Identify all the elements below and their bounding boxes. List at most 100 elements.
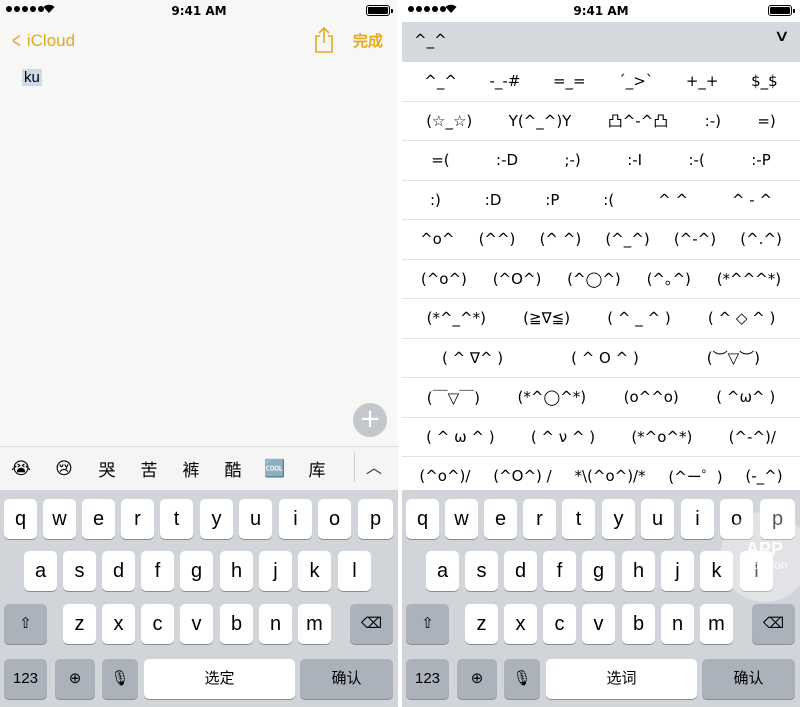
kaomoji-item[interactable]: (^O^) / <box>493 467 551 485</box>
add-button[interactable]: + <box>353 403 387 437</box>
candidate-item[interactable]: 库 <box>296 456 338 481</box>
key[interactable]: z <box>63 604 96 644</box>
kaomoji-item[interactable]: =( <box>431 151 449 169</box>
confirm-key[interactable]: 确认 <box>300 659 393 699</box>
key[interactable]: k <box>298 551 331 591</box>
kaomoji-item[interactable]: (^-^) <box>674 230 716 248</box>
kaomoji-item[interactable]: :) <box>430 191 441 209</box>
done-button[interactable]: 完成 <box>353 30 383 51</box>
key[interactable]: j <box>661 551 694 591</box>
delete-key[interactable]: ⌫ <box>350 604 393 644</box>
kaomoji-item[interactable]: (o^^o) <box>624 388 679 406</box>
key[interactable]: q <box>406 499 439 539</box>
kaomoji-item[interactable]: Y(^_^)Y <box>509 112 572 130</box>
key[interactable]: j <box>259 551 292 591</box>
key[interactable]: n <box>661 604 694 644</box>
globe-key[interactable]: ⊕ <box>55 659 95 699</box>
candidate-item[interactable]: 苦 <box>128 456 170 481</box>
kaomoji-item[interactable]: (^_^) <box>605 230 649 248</box>
key[interactable]: t <box>160 499 193 539</box>
kaomoji-item[interactable]: ^o^ <box>420 230 454 248</box>
candidate-tear-face-icon[interactable]: 😢 <box>42 459 86 479</box>
kaomoji-item[interactable]: ´_>` <box>618 72 653 90</box>
kaomoji-item[interactable]: ^ - ^ <box>732 191 772 209</box>
key[interactable]: u <box>641 499 674 539</box>
key[interactable]: g <box>180 551 213 591</box>
kaomoji-item[interactable]: (^O^) <box>493 270 542 288</box>
kaomoji-item[interactable]: (^^) <box>479 230 516 248</box>
key[interactable]: y <box>200 499 233 539</box>
kaomoji-item[interactable]: :P <box>545 191 559 209</box>
key[interactable]: m <box>700 604 733 644</box>
space-key[interactable]: 选定 <box>144 659 295 699</box>
chevron-up-icon[interactable]: ︿ <box>366 454 382 478</box>
kaomoji-item[interactable]: (≧∇≦) <box>523 309 570 327</box>
key[interactable]: r <box>523 499 556 539</box>
shift-key[interactable]: ⇧ <box>406 604 449 644</box>
confirm-key[interactable]: 确认 <box>702 659 795 699</box>
kaomoji-item[interactable]: :D <box>485 191 502 209</box>
kaomoji-item[interactable]: ( ^ _ ^ ) <box>607 309 670 327</box>
candidate-cool-icon[interactable]: 🆒 <box>254 459 296 479</box>
kaomoji-item[interactable]: :-( <box>689 151 705 169</box>
key[interactable]: a <box>24 551 57 591</box>
kaomoji-item[interactable]: (^.^) <box>740 230 782 248</box>
key[interactable]: f <box>543 551 576 591</box>
key[interactable]: h <box>220 551 253 591</box>
kaomoji-item[interactable]: =_= <box>553 72 586 90</box>
key[interactable]: d <box>504 551 537 591</box>
kaomoji-item[interactable]: (*^◯^*) <box>517 388 586 406</box>
key[interactable]: h <box>622 551 655 591</box>
key[interactable]: a <box>426 551 459 591</box>
key[interactable]: m <box>298 604 331 644</box>
kaomoji-item[interactable]: (☆_☆) <box>426 112 472 130</box>
kaomoji-item[interactable]: (^o^)/ <box>419 467 470 485</box>
kaomoji-item[interactable]: (^-^)/ <box>729 428 776 446</box>
microphone-key[interactable]: 🎙 <box>102 659 138 699</box>
back-button[interactable]: < iCloud <box>10 28 75 54</box>
key[interactable]: w <box>445 499 478 539</box>
kaomoji-item[interactable]: (*^o^*) <box>631 428 692 446</box>
kaomoji-item[interactable]: ;-) <box>564 151 580 169</box>
key[interactable]: f <box>141 551 174 591</box>
key[interactable]: w <box>43 499 76 539</box>
key[interactable]: i <box>681 499 714 539</box>
key[interactable]: e <box>484 499 517 539</box>
kaomoji-item[interactable]: ( ^ ∇^ ) <box>442 349 503 367</box>
kaomoji-item[interactable]: ( ^ ◇ ^ ) <box>708 309 775 327</box>
candidate-item[interactable]: 裤 <box>170 456 212 481</box>
kaomoji-item[interactable]: (^o^) <box>421 270 467 288</box>
kaomoji-item[interactable]: (^｡^) <box>647 268 691 289</box>
key[interactable]: t <box>562 499 595 539</box>
kaomoji-item[interactable]: :-) <box>705 112 721 130</box>
kaomoji-item[interactable]: :-P <box>751 151 771 169</box>
kaomoji-item[interactable]: *\(^o^)/* <box>574 467 645 485</box>
chevron-down-icon[interactable]: ∨ <box>774 28 790 44</box>
kaomoji-item[interactable]: ( ^ O ^ ) <box>571 349 639 367</box>
key[interactable]: n <box>259 604 292 644</box>
candidate-item[interactable]: 哭 <box>86 456 128 481</box>
numbers-key[interactable]: 123 <box>4 659 47 699</box>
kaomoji-item[interactable]: =) <box>757 112 775 130</box>
share-icon[interactable] <box>312 26 336 54</box>
key[interactable]: x <box>504 604 537 644</box>
kaomoji-item[interactable]: (^ ^) <box>540 230 582 248</box>
key[interactable]: y <box>602 499 635 539</box>
key[interactable]: b <box>220 604 253 644</box>
key[interactable]: x <box>102 604 135 644</box>
kaomoji-item[interactable]: ^_^ <box>424 72 457 90</box>
key[interactable]: i <box>279 499 312 539</box>
key[interactable]: e <box>82 499 115 539</box>
kaomoji-item[interactable]: ( ^ ν ^ ) <box>531 428 595 446</box>
kaomoji-item[interactable]: (^◯^) <box>567 270 621 288</box>
key[interactable]: q <box>4 499 37 539</box>
kaomoji-item[interactable]: (-_^) <box>745 467 782 485</box>
key[interactable]: c <box>141 604 174 644</box>
key[interactable]: u <box>239 499 272 539</box>
numbers-key[interactable]: 123 <box>406 659 449 699</box>
kaomoji-item[interactable]: ( ^ ω ^ ) <box>426 428 494 446</box>
shift-key[interactable]: ⇧ <box>4 604 47 644</box>
globe-key[interactable]: ⊕ <box>457 659 497 699</box>
kaomoji-item[interactable]: :( <box>603 191 614 209</box>
kaomoji-item[interactable]: (︶▽︶) <box>707 347 760 368</box>
